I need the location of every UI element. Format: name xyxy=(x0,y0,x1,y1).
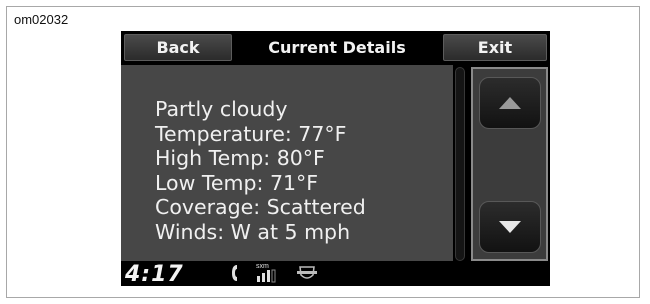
down-arrow-icon xyxy=(499,221,521,233)
detail-coverage: Coverage: Scattered xyxy=(155,195,366,220)
scrollbar-track[interactable] xyxy=(455,67,465,261)
scroll-down-button[interactable] xyxy=(479,201,541,253)
exit-button[interactable]: Exit xyxy=(443,34,547,61)
back-button[interactable]: Back xyxy=(124,34,232,61)
phone-icon xyxy=(231,264,243,286)
details-list: Partly cloudy Temperature: 77°F High Tem… xyxy=(155,97,366,245)
bar-and-shield-logo-icon xyxy=(297,264,317,286)
detail-high-temp: High Temp: 80°F xyxy=(155,146,325,171)
detail-condition: Partly cloudy xyxy=(155,97,288,121)
infotainment-screen: Back Current Details Exit Partly cloudy … xyxy=(121,31,550,286)
details-panel: Partly cloudy Temperature: 77°F High Tem… xyxy=(121,65,453,261)
status-bar: 4:17 sxm xyxy=(121,262,550,286)
sxm-label: sxm xyxy=(256,263,269,270)
detail-low-temp: Low Temp: 71°F xyxy=(155,170,319,195)
page-title: Current Details xyxy=(268,38,406,57)
up-arrow-icon xyxy=(499,97,521,109)
detail-winds: Winds: W at 5 mph xyxy=(155,219,351,244)
detail-temperature: Temperature: 77°F xyxy=(155,121,347,146)
figure-id: om02032 xyxy=(14,12,69,27)
clock: 4:17 xyxy=(125,262,184,286)
scroll-up-button[interactable] xyxy=(479,77,541,129)
sxm-signal-icon: sxm xyxy=(255,261,277,286)
scroll-controls xyxy=(471,67,548,261)
